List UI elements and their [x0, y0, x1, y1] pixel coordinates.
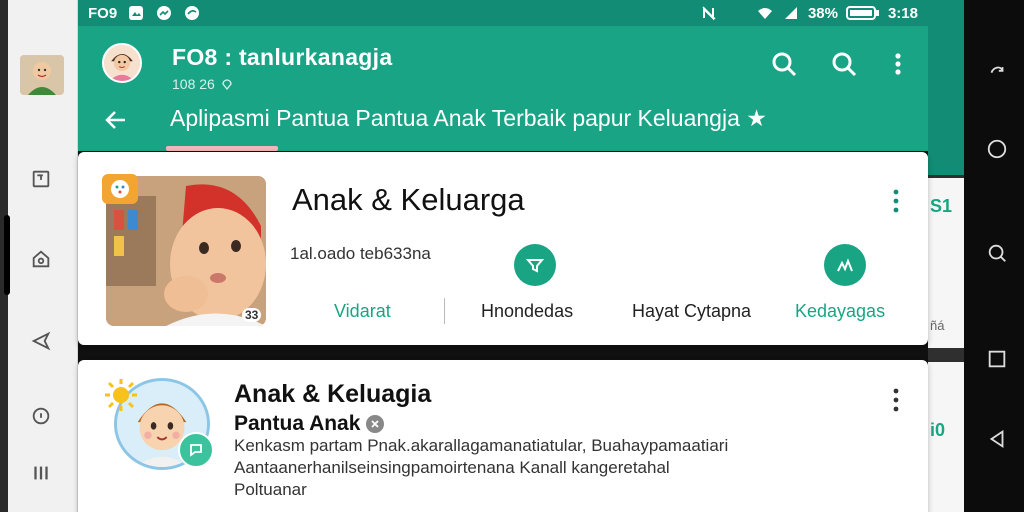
more-vertical-icon[interactable] — [886, 386, 906, 414]
post-body-line: Poltuanar — [234, 480, 307, 499]
avatar[interactable] — [20, 55, 64, 95]
status-carrier: FO9 — [88, 4, 118, 22]
people-icon — [824, 244, 866, 286]
rotate-icon[interactable] — [984, 56, 1010, 82]
more-vertical-icon[interactable] — [882, 48, 914, 80]
battery-percentage: 38% — [807, 4, 838, 22]
tab-videos[interactable]: Vidarat — [334, 301, 391, 322]
app-badge-icon — [102, 174, 138, 204]
photo-counter-badge: 33 — [242, 308, 262, 322]
no-disturb-icon — [700, 5, 718, 21]
tab-highlights[interactable]: Hnondedas — [481, 301, 573, 322]
back-nav-icon[interactable] — [984, 426, 1010, 452]
channel-followers: 1al.oado teb633na — [290, 244, 431, 263]
status-bar-extension — [928, 0, 964, 26]
post-body: Kenkasm partam Pnak.akarallagamanatiatul… — [234, 435, 794, 501]
search-nav-icon[interactable] — [984, 240, 1010, 266]
more-vertical-icon[interactable] — [886, 187, 906, 215]
filter-icon — [514, 244, 556, 286]
signal-icon — [782, 5, 800, 21]
chat-title[interactable]: FO8 : tanlurkanagja — [172, 44, 392, 71]
messenger-icon — [155, 5, 173, 21]
background-app-header — [928, 0, 964, 175]
sun-icon — [105, 379, 137, 411]
send-icon[interactable] — [28, 328, 54, 354]
menu-icon[interactable] — [28, 460, 54, 486]
left-sidebar — [0, 0, 78, 512]
location-icon — [222, 79, 232, 90]
post-body-line: Kenkasm partam Pnak.akarallagamanatiatul… — [234, 436, 729, 455]
background-text: S1 — [930, 196, 953, 216]
info-icon[interactable] — [28, 403, 54, 429]
app-header: FO8 : tanlurkanagja 108 26 Aplipasmi Pan… — [78, 26, 928, 151]
close-circle-icon[interactable] — [366, 415, 385, 433]
status-time: 3:18 — [887, 4, 918, 22]
search-icon[interactable] — [828, 48, 860, 80]
home-icon[interactable] — [28, 246, 54, 272]
post-subtitle-text: Pantua Anak — [234, 412, 361, 435]
post-title: Anak & Keluagia — [234, 380, 432, 408]
chat-subtitle-text: 108 26 — [172, 76, 215, 92]
battery-icon — [845, 5, 880, 21]
channel-name: Anak & Keluarga — [292, 182, 525, 217]
chat-bubble-icon — [178, 432, 214, 468]
tab-life[interactable]: Hayat Cytapna — [632, 301, 751, 322]
chat-subtitle: 108 26 — [172, 76, 233, 92]
channel-header-title: Aplipasmi Pantua Pantua Anak Terbaik pap… — [170, 105, 767, 131]
post-body-line: Aantaanerhanilseinsingpamoirtenana Kanal… — [234, 458, 670, 477]
bird-icon — [183, 5, 201, 21]
background-text: ñá — [930, 318, 945, 333]
back-arrow-icon[interactable] — [100, 104, 132, 136]
status-bar: FO9 38% 3:18 — [78, 0, 928, 26]
gallery-icon — [127, 5, 145, 21]
tab-indicator — [166, 146, 278, 151]
background-text: i0 — [930, 420, 946, 440]
wifi-icon — [756, 5, 774, 21]
recents-nav-icon[interactable] — [984, 346, 1010, 372]
home-nav-icon[interactable] — [984, 136, 1010, 162]
tab-activities[interactable]: Kedayagas — [795, 301, 885, 322]
divider — [444, 298, 445, 324]
channel-card[interactable]: 33 Anak & Keluarga 1al.oado teb633na Vid… — [78, 152, 928, 345]
device-side-button — [4, 215, 10, 295]
folder-icon[interactable] — [28, 166, 54, 192]
search-icon[interactable] — [768, 48, 800, 80]
chat-avatar[interactable] — [102, 43, 142, 83]
post-subtitle: Pantua Anak — [234, 412, 385, 436]
post-card[interactable]: Anak & Keluagia Pantua Anak Kenkasm part… — [78, 360, 928, 512]
